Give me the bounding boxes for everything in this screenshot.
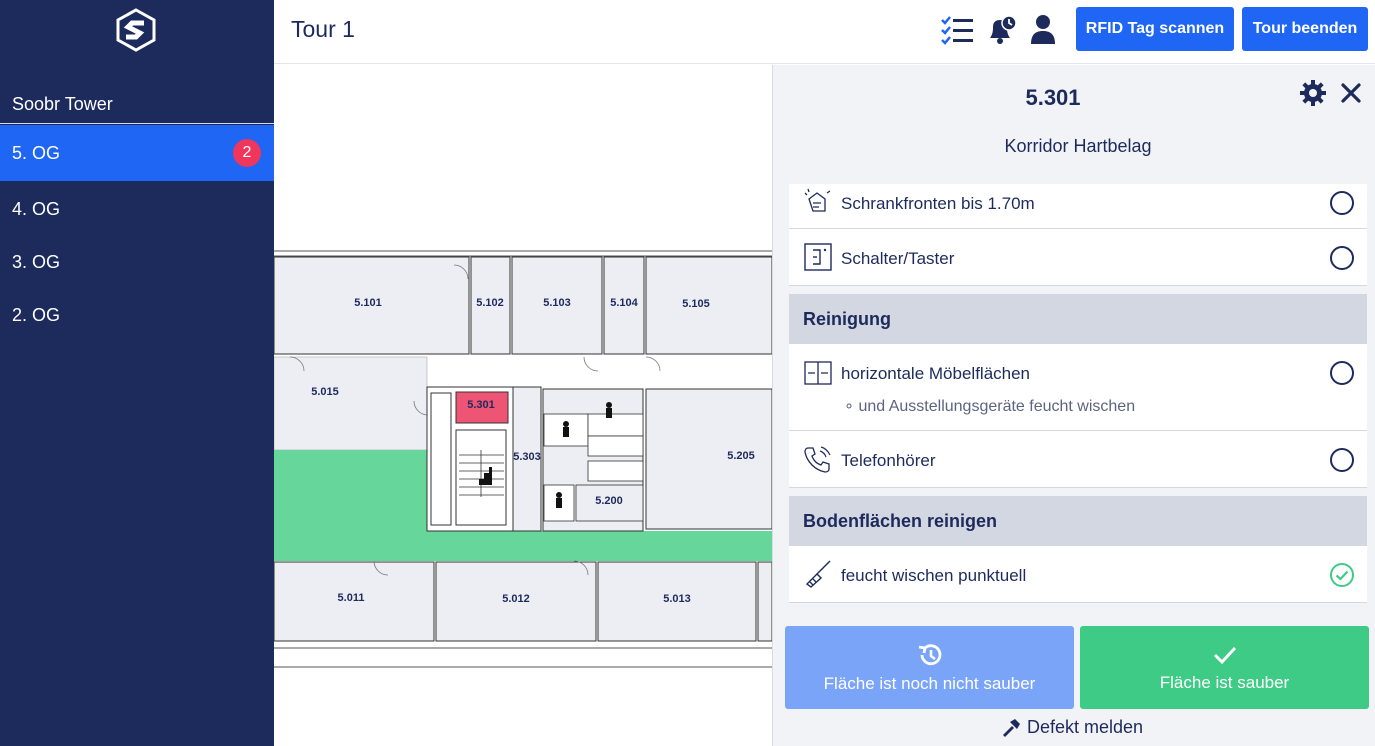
section-header: Bodenflächen reinigen (789, 496, 1367, 546)
bell-clock-icon[interactable] (986, 14, 1020, 46)
room-label-5303[interactable]: 5.303 (513, 451, 541, 463)
task-list: Schrankfronten bis 1.70m Schalter/Taster… (789, 184, 1367, 603)
floor-item-4og[interactable]: 4. OG (0, 181, 274, 237)
floor-label: 4. OG (12, 198, 61, 219)
not-clean-label: Fläche ist noch nicht sauber (823, 673, 1036, 693)
soobr-logo-icon (114, 8, 158, 52)
gear-icon[interactable] (1299, 79, 1327, 107)
room-label-5102[interactable]: 5.102 (476, 297, 504, 309)
task-label: Schalter/Taster (841, 249, 955, 268)
room-label-5011[interactable]: 5.011 (338, 592, 365, 604)
mop-icon (803, 559, 833, 589)
switch-icon (803, 242, 833, 272)
floor-label: 2. OG (12, 304, 61, 325)
floor-plan-map[interactable]: 5.101 5.102 5.103 5.104 5.105 5.015 5.30… (274, 65, 772, 746)
task-label: Schrankfronten bis 1.70m (841, 194, 1035, 213)
hammer-icon (1003, 718, 1020, 737)
task-checkbox[interactable] (1330, 361, 1354, 385)
room-label-5105[interactable]: 5.105 (682, 298, 710, 310)
task-row[interactable]: feucht wischen punktuell (789, 546, 1367, 603)
clean-label: Fläche ist sauber (1159, 672, 1290, 692)
floor-item-3og[interactable]: 3. OG (0, 234, 274, 290)
room-label-5013[interactable]: 5.013 (663, 593, 691, 605)
sidebar: Soobr Tower 5. OG 2 4. OG 3. OG 2. OG (0, 0, 274, 746)
furniture-icon (803, 358, 833, 388)
room-label-5104[interactable]: 5.104 (610, 297, 638, 309)
task-row[interactable]: Schalter/Taster (789, 229, 1367, 286)
report-defect-link[interactable]: Defekt melden (1001, 717, 1143, 738)
building-name: Soobr Tower (12, 94, 113, 114)
task-checkbox[interactable] (1330, 191, 1354, 215)
checklist-icon[interactable] (940, 14, 974, 46)
task-label: horizontale Möbelflächen (841, 364, 1031, 383)
user-icon[interactable] (1028, 14, 1062, 46)
room-label-5103[interactable]: 5.103 (543, 297, 571, 309)
task-row[interactable]: horizontale Möbelflächen ∘ und Ausstellu… (789, 344, 1367, 431)
task-sublabel: ∘ und Ausstellungsgeräte feucht wischen (844, 398, 1136, 415)
task-row[interactable]: Telefonhörer (789, 431, 1367, 488)
room-type: Korridor Hartbelag (1004, 136, 1152, 156)
room-detail-panel: 5.301 Korridor Hartbelag Schrankfronten … (772, 65, 1375, 746)
history-icon (918, 643, 941, 665)
room-label-5200[interactable]: 5.200 (595, 495, 623, 507)
spray-hand-icon (803, 187, 833, 217)
page-title: Tour 1 (291, 16, 355, 42)
checkmark-icon (1213, 646, 1236, 664)
not-clean-button[interactable]: Fläche ist noch nicht sauber (785, 626, 1074, 709)
task-label: Telefonhörer (841, 451, 936, 470)
room-label-5015[interactable]: 5.015 (311, 386, 339, 398)
room-label-5301[interactable]: 5.301 (467, 399, 495, 411)
floor-badge: 2 (233, 139, 261, 167)
floor-label: 5. OG (12, 142, 61, 163)
check-circle-icon[interactable] (1329, 562, 1355, 588)
room-label-5101[interactable]: 5.101 (354, 297, 382, 309)
floor-item-5og[interactable]: 5. OG 2 (0, 125, 274, 181)
room-number: 5.301 (1025, 85, 1081, 110)
floor-item-2og[interactable]: 2. OG (0, 287, 274, 343)
close-icon[interactable] (1339, 81, 1363, 105)
room-label-5012[interactable]: 5.012 (502, 593, 530, 605)
end-tour-button[interactable]: Tour beenden (1242, 7, 1368, 51)
floor-label: 3. OG (12, 251, 61, 272)
task-label: feucht wischen punktuell (841, 566, 1027, 585)
task-row[interactable]: Schrankfronten bis 1.70m (789, 184, 1367, 229)
floor-plan-svg: 5.101 5.102 5.103 5.104 5.105 5.015 5.30… (274, 250, 772, 668)
task-checkbox[interactable] (1330, 246, 1354, 270)
top-bar: Tour 1 RFID Tag scannen Tour beenden (274, 0, 1375, 64)
defect-label: Defekt melden (1027, 717, 1144, 737)
phone-icon (803, 444, 833, 474)
sidebar-divider (0, 123, 274, 124)
section-header: Reinigung (789, 294, 1367, 344)
clean-button[interactable]: Fläche ist sauber (1080, 626, 1369, 709)
scan-rfid-button[interactable]: RFID Tag scannen (1076, 7, 1234, 51)
task-checkbox[interactable] (1330, 448, 1354, 472)
room-label-5205[interactable]: 5.205 (727, 450, 755, 462)
